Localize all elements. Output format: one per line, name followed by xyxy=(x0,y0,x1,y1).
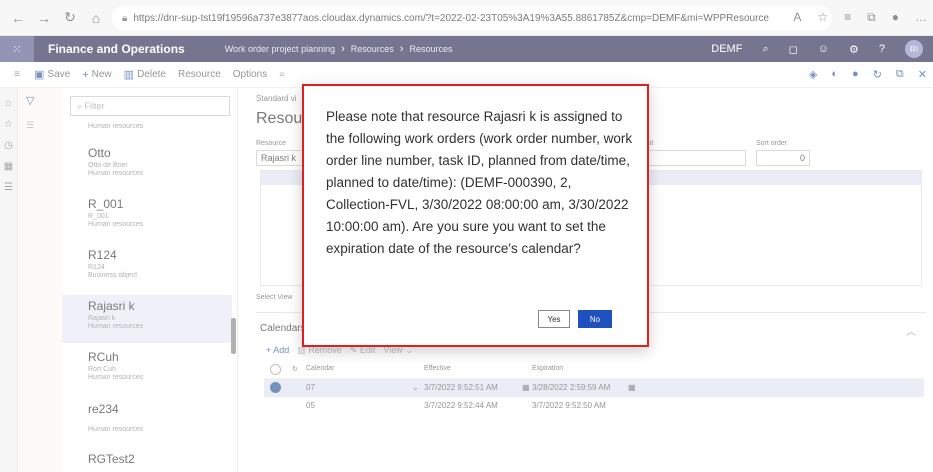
dialog-message: Please note that resource Rajasri k is a… xyxy=(326,109,633,256)
confirmation-dialog: Please note that resource Rajasri k is a… xyxy=(302,84,649,347)
yes-button[interactable]: Yes xyxy=(538,310,570,328)
no-button[interactable]: No xyxy=(578,310,612,328)
